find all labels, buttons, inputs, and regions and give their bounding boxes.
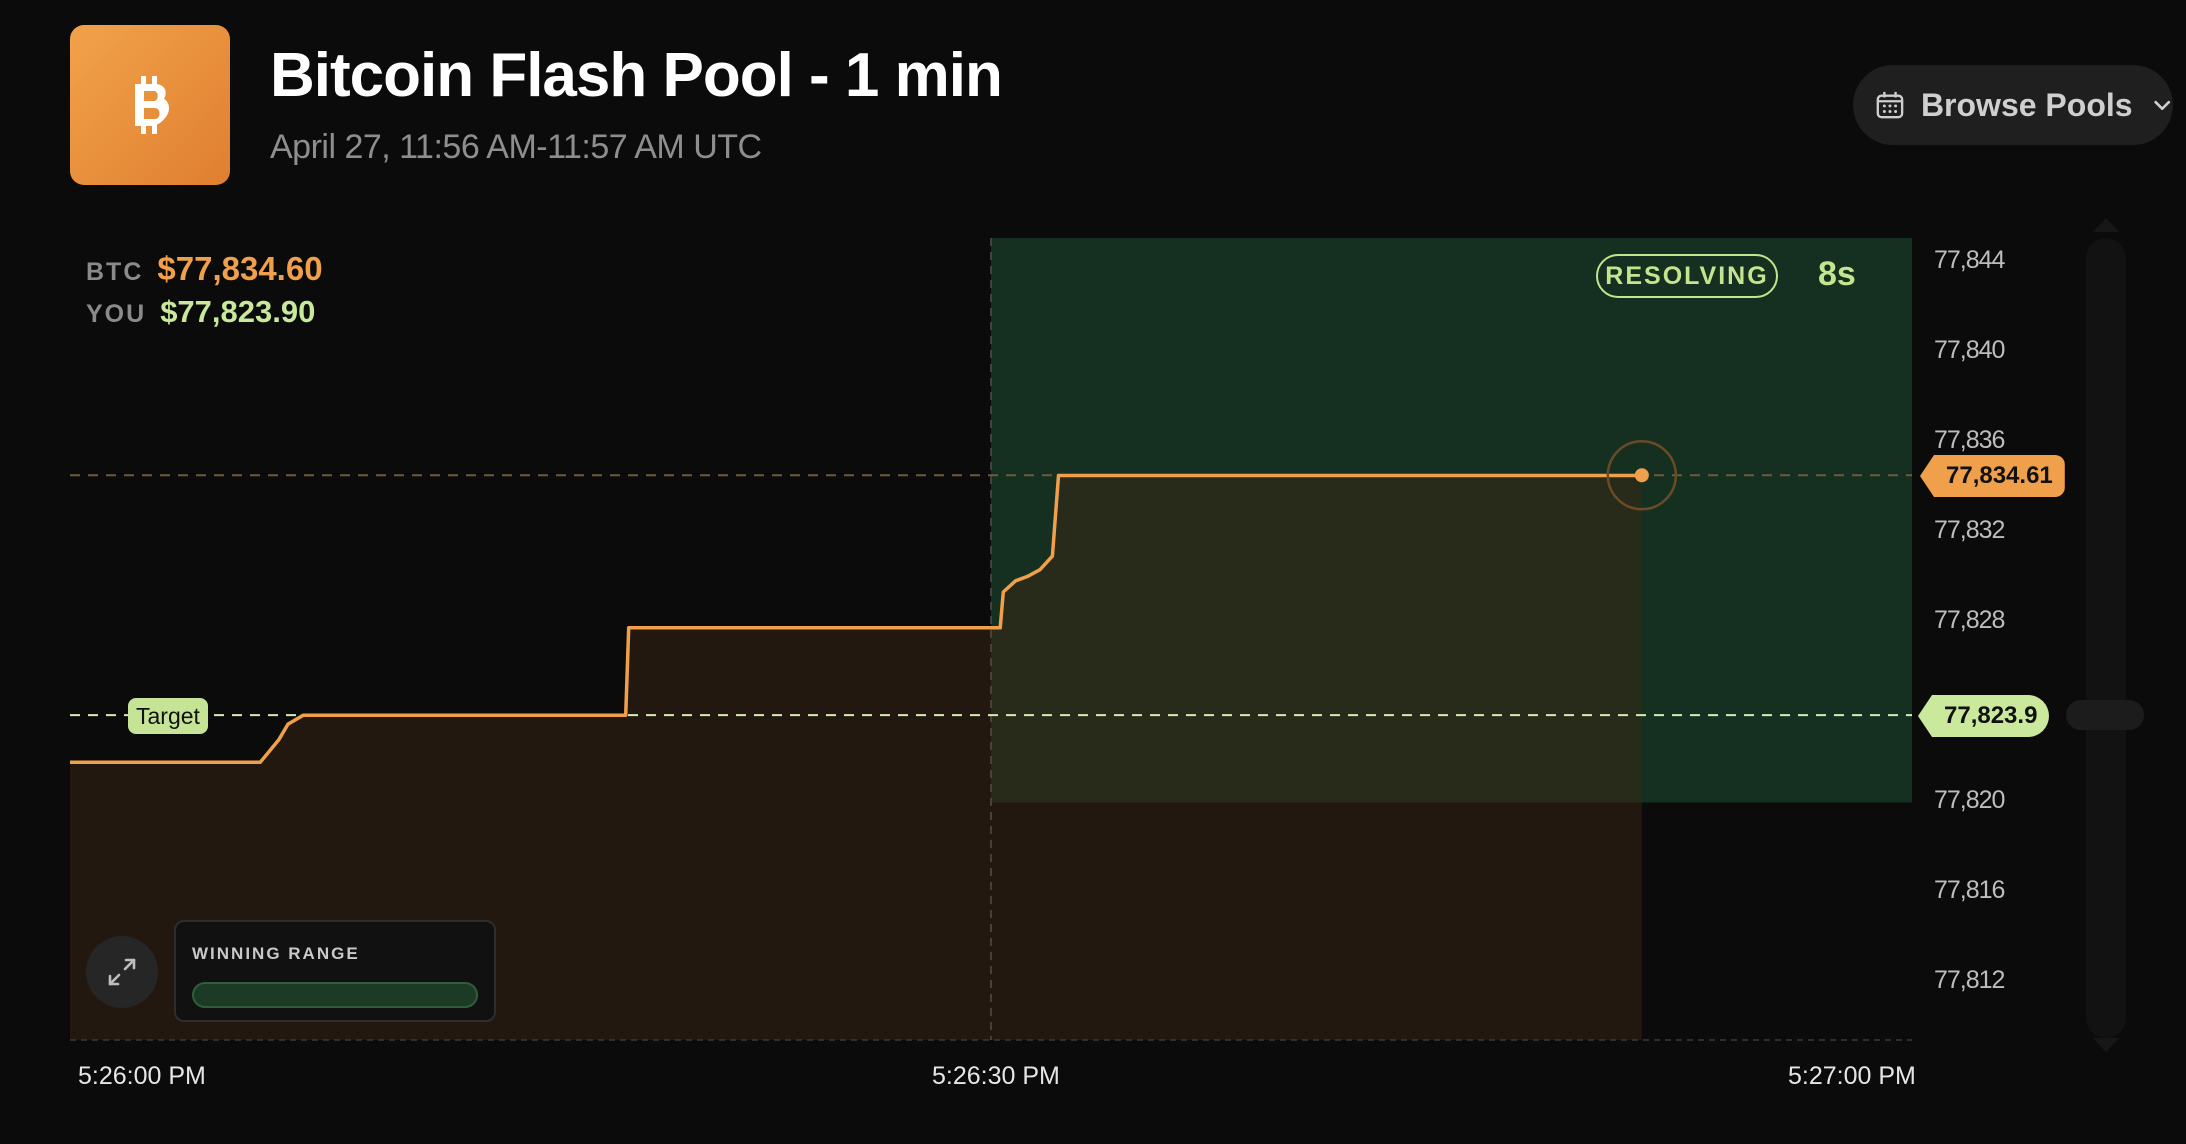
y-tick-label: 77,816 [1934,876,2005,904]
winning-range-panel: WINNING RANGE [174,920,496,1022]
target-label: Target [128,698,208,734]
y-tick-label: 77,844 [1934,246,2005,274]
countdown-timer: 8s [1818,255,1856,293]
scrollbar-thumb[interactable] [2066,700,2144,730]
price-scrollbar[interactable] [2086,238,2126,1038]
you-price-readout: YOU $77,823.90 [86,294,315,330]
scroll-up-arrow-icon[interactable] [2091,214,2121,234]
winning-range-title: WINNING RANGE [192,944,360,963]
x-tick-label: 5:26:30 PM [932,1062,1060,1090]
btc-symbol: BTC [86,258,144,286]
btc-price-readout: BTC $77,834.60 [86,250,323,288]
current-price-tag: 77,834.61 [1920,455,2065,497]
y-tick-label: 77,836 [1934,426,2005,454]
expand-icon [108,958,136,986]
current-price-dot [1634,468,1649,483]
scroll-down-arrow-icon[interactable] [2091,1036,2121,1056]
x-tick-label: 5:26:00 PM [78,1062,206,1090]
winning-range-bar [192,982,478,1008]
you-price-value: $77,823.90 [160,294,316,329]
expand-chart-button[interactable] [86,936,158,1008]
y-tick-label: 77,812 [1934,966,2005,994]
y-tick-label: 77,820 [1934,786,2005,814]
x-tick-label: 5:27:00 PM [1788,1062,1916,1090]
y-tick-label: 77,832 [1934,516,2005,544]
btc-price-value: $77,834.60 [157,250,323,287]
y-tick-label: 77,840 [1934,336,2005,364]
y-tick-label: 77,828 [1934,606,2005,634]
status-badge: RESOLVING [1596,254,1778,298]
target-price-tag: 77,823.9 [1918,695,2050,737]
you-symbol: YOU [86,300,147,328]
